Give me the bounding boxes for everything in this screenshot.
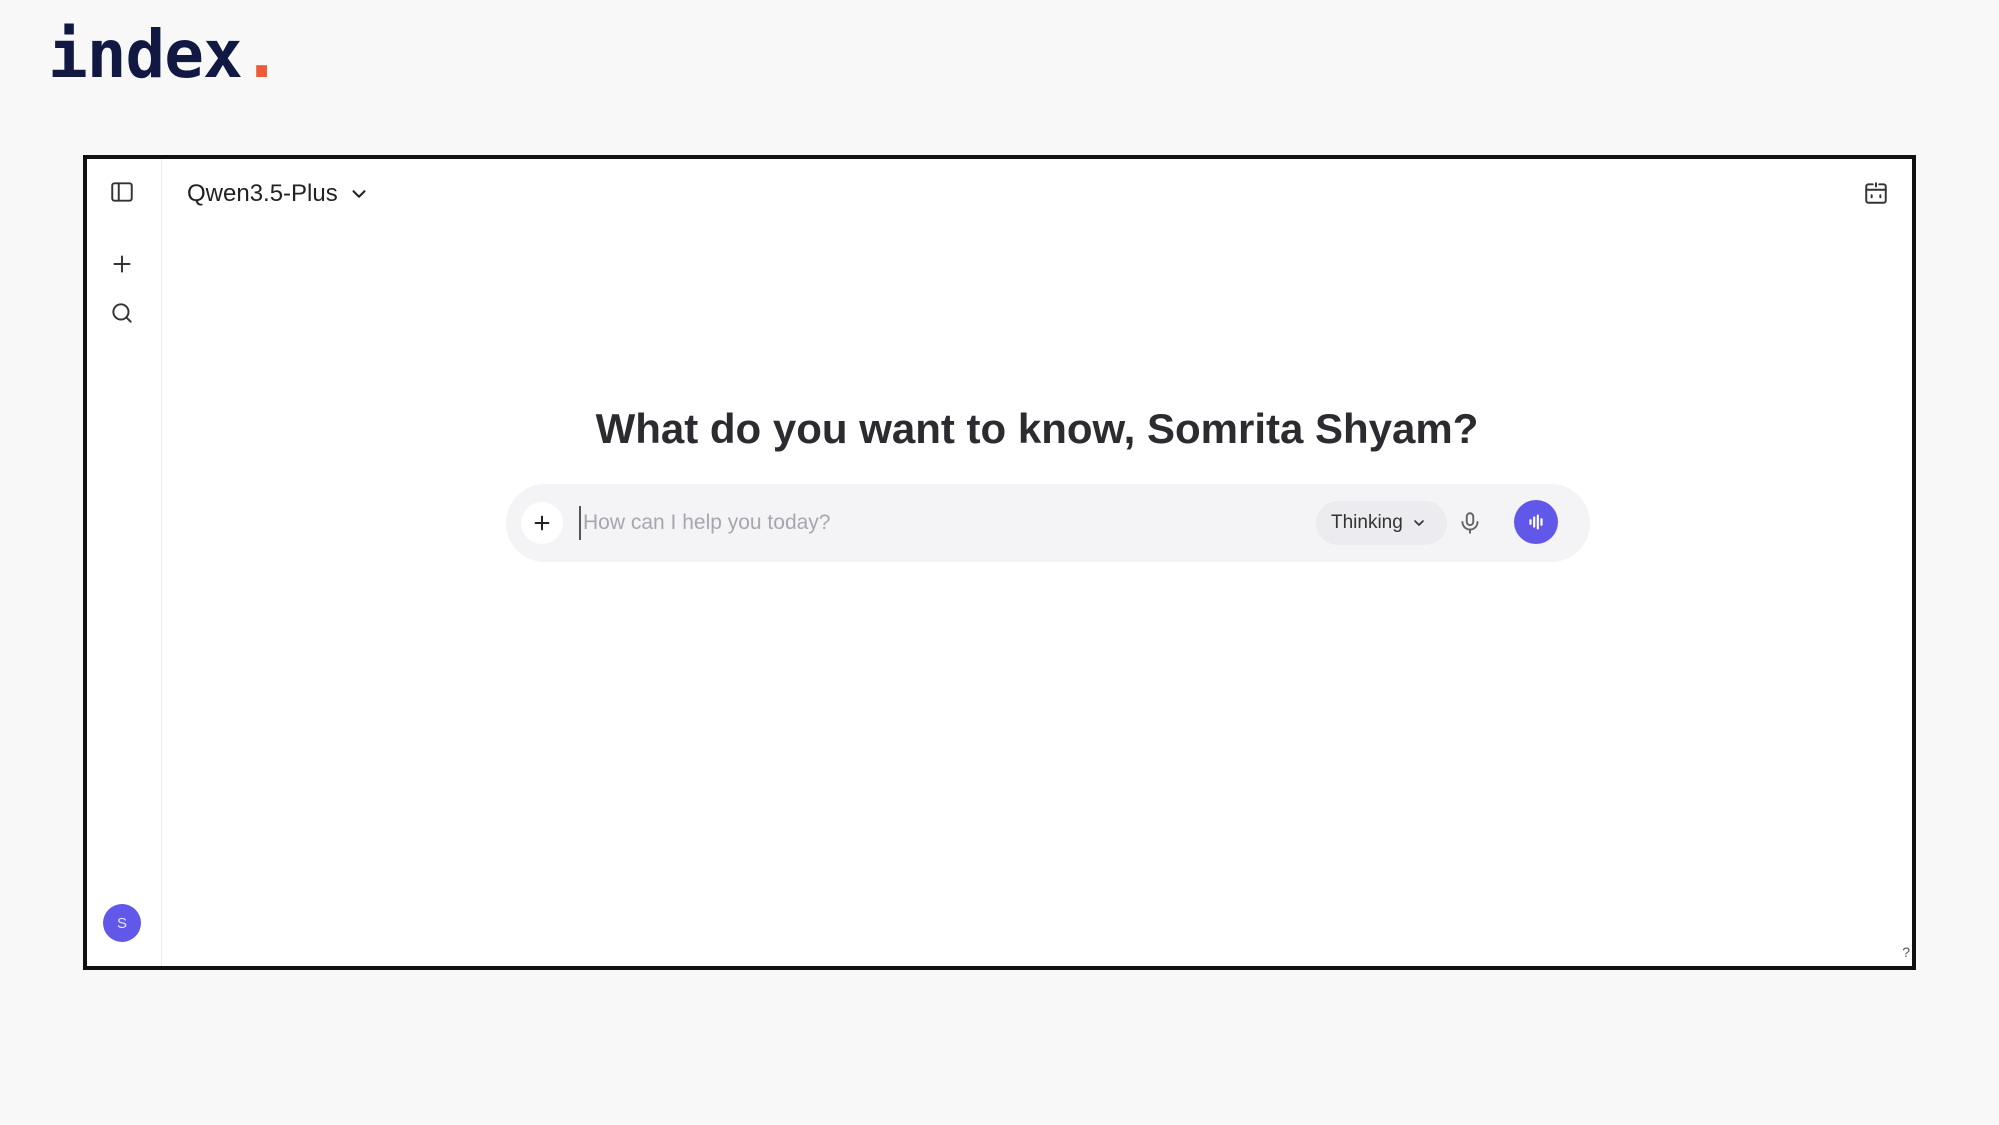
plus-icon — [113, 255, 131, 273]
sidebar-toggle-icon — [111, 182, 133, 202]
search-icon — [112, 303, 132, 323]
app-window: S Qwen3.5-Plus What do you want to know,… — [83, 155, 1916, 970]
microphone-button[interactable] — [1451, 504, 1489, 542]
page-title: What do you want to know, Somrita Shyam? — [595, 405, 1479, 452]
attach-button[interactable] — [521, 502, 563, 544]
plus-icon — [534, 515, 550, 531]
share-button[interactable] — [1858, 175, 1894, 211]
prompt-input[interactable] — [579, 506, 1139, 540]
voice-mode-button[interactable] — [1514, 500, 1558, 544]
left-rail: S — [87, 159, 162, 966]
chat-composer: Thinking — [506, 484, 1590, 562]
help-button[interactable]: ? — [1902, 944, 1910, 960]
share-window-icon — [1865, 182, 1887, 204]
chevron-down-icon — [1414, 520, 1424, 526]
audio-waveform-icon — [1529, 514, 1543, 530]
sidebar-toggle-button[interactable] — [103, 173, 141, 211]
brand-name: index — [48, 16, 243, 93]
thinking-mode-label: Thinking — [1331, 512, 1403, 533]
new-chat-button[interactable] — [103, 245, 141, 283]
thinking-mode-dropdown[interactable]: Thinking — [1316, 501, 1447, 545]
microphone-icon — [1461, 512, 1479, 534]
avatar[interactable]: S — [103, 904, 141, 942]
chevron-down-icon — [352, 190, 366, 198]
search-button[interactable] — [103, 294, 141, 332]
brand-dot: . — [241, 16, 282, 93]
model-selector[interactable]: Qwen3.5-Plus — [187, 177, 370, 211]
model-name: Qwen3.5-Plus — [187, 180, 338, 207]
brand-logo: index. — [48, 22, 281, 88]
